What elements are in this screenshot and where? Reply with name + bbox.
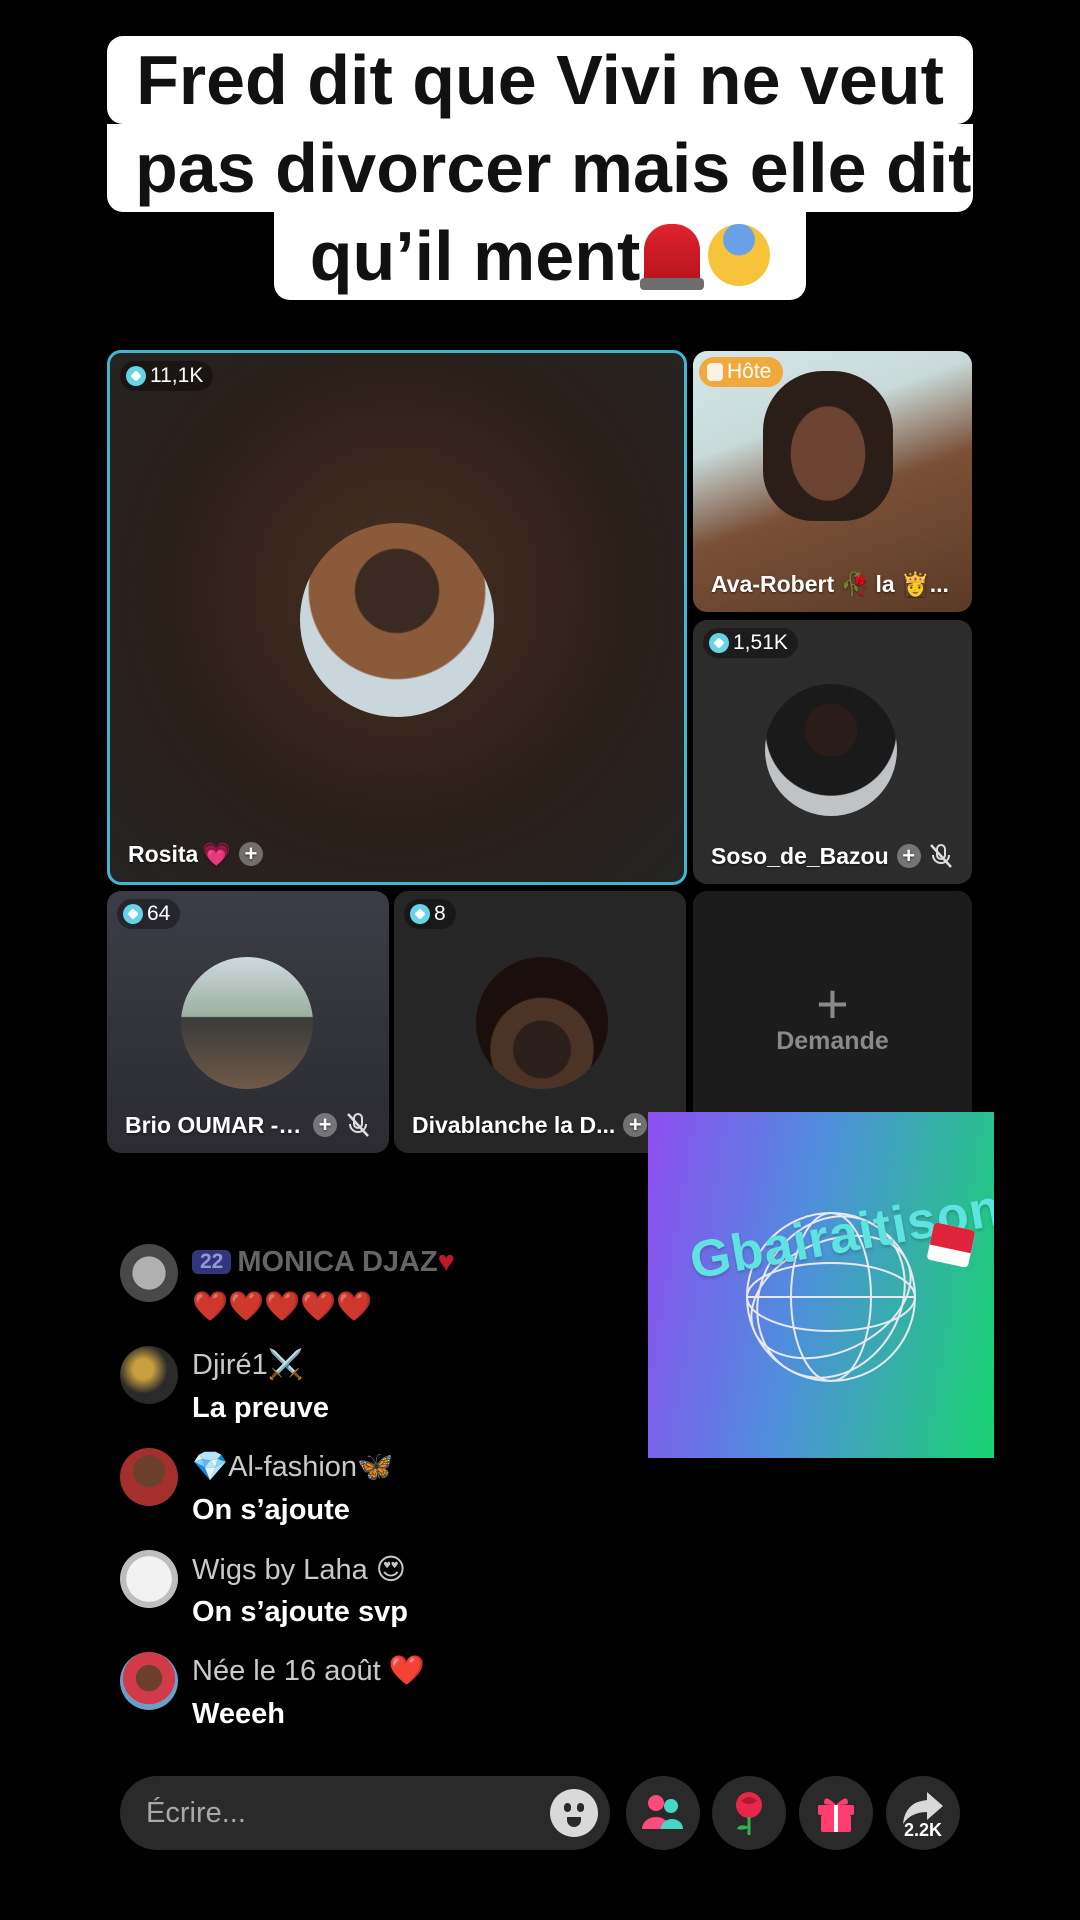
chat-username: Wigs by Laha 😍 [192, 1554, 406, 1586]
avatar [765, 684, 897, 816]
chat-message: 💎Al-fashion🦋 On s’ajoute [120, 1444, 640, 1546]
caption-line-3: qu’il ment [273, 212, 807, 300]
follow-button[interactable]: + [623, 1113, 648, 1137]
avatar [181, 957, 313, 1089]
share-button[interactable]: 2.2K [886, 1776, 960, 1850]
share-count: 2.2K [903, 1820, 943, 1840]
chat-message: Djiré1⚔️ La preuve [120, 1342, 640, 1444]
avatar [300, 523, 494, 717]
rose-icon [736, 1792, 762, 1835]
host-name: Ava-Robert 🥀 la 👸... [711, 570, 949, 597]
username-text: MONICA DJAZ [237, 1246, 438, 1278]
guest-name: Brio OUMAR - s... [125, 1111, 305, 1138]
guest-name-bar: Rosita 💗 + [128, 836, 672, 872]
comment-input[interactable]: Écrire... [120, 1776, 610, 1850]
chat-username: Djiré1⚔️ [192, 1349, 304, 1381]
chat-text: La preuve [192, 1392, 329, 1424]
caption-line-1: Fred dit que Vivi ne veut [107, 36, 973, 124]
viewer-count-badge: 11,1K [120, 361, 214, 391]
viewer-count-badge: 1,51K [703, 628, 798, 658]
diamond-badge-icon [123, 904, 143, 924]
chat-message: Née le 16 août ❤️ Weeeh [120, 1648, 640, 1750]
viewer-count: 8 [434, 902, 446, 925]
avatar [476, 957, 608, 1089]
users-icon [642, 1795, 683, 1829]
follow-button[interactable]: + [313, 1113, 337, 1137]
viewer-count: 64 [147, 902, 171, 925]
diamond-badge-icon [709, 633, 729, 653]
avatar [120, 1448, 178, 1506]
video-caption: Fred dit que Vivi ne veut pas divorcer m… [0, 36, 1080, 300]
avatar [120, 1652, 178, 1710]
host-name-bar: Ava-Robert 🥀 la 👸... [711, 566, 960, 602]
avatar [120, 1244, 178, 1302]
guest-name-bar: Soso_de_Bazou + [711, 838, 960, 874]
viewer-count: 1,51K [733, 631, 788, 654]
guest-tile-divablanche[interactable]: 8 Divablanche la D... + [394, 891, 686, 1153]
host-tile[interactable]: Hôte Ava-Robert 🥀 la 👸... [693, 351, 972, 612]
chat-feed: 22 MONICA DJAZ♥ ❤️❤️❤️❤️❤️ Djiré1⚔️ La pr… [120, 1240, 640, 1750]
heart-icon: 💗 [202, 840, 231, 867]
viewer-count-badge: 8 [404, 899, 456, 929]
guest-name: Soso_de_Bazou [711, 842, 889, 869]
chat-username: 💎Al-fashion🦋 [192, 1451, 394, 1483]
level-badge: 22 [192, 1250, 232, 1274]
chat-text: Weeeh [192, 1698, 285, 1730]
fearful-face-icon [708, 224, 771, 286]
chat-text: On s’ajoute [192, 1494, 350, 1526]
guest-tile-rosita[interactable]: 11,1K Rosita 💗 + [107, 350, 687, 885]
crown-icon [707, 363, 723, 381]
host-video [763, 371, 893, 521]
chat-text: On s’ajoute svp [192, 1596, 408, 1628]
guest-name-bar: Divablanche la D... + [412, 1107, 674, 1143]
guest-name-bar: Brio OUMAR - s... + [125, 1107, 377, 1143]
guests-button[interactable] [626, 1776, 700, 1850]
gift-icon [818, 1798, 854, 1832]
request-label: Demande [776, 1027, 889, 1055]
guest-tile-soso[interactable]: 1,51K Soso_de_Bazou + [693, 620, 972, 884]
flag-icon [926, 1222, 976, 1268]
caption-line-2: pas divorcer mais elle dit [107, 124, 973, 212]
diamond-badge-icon [410, 904, 430, 924]
promo-overlay: Gbairaitisons [648, 1112, 994, 1458]
follow-button[interactable]: + [896, 844, 921, 868]
diamond-badge-icon [126, 366, 146, 386]
chat-text: ❤️❤️❤️❤️❤️ [192, 1291, 373, 1323]
avatar [120, 1550, 178, 1608]
mic-muted-icon [347, 1113, 369, 1137]
gift-button[interactable] [799, 1776, 873, 1850]
host-badge: Hôte [699, 357, 784, 387]
guest-name: Rosita [128, 840, 199, 867]
host-label: Hôte [727, 360, 772, 383]
viewer-count-badge: 64 [117, 899, 181, 929]
siren-icon [640, 224, 705, 290]
viewer-count: 11,1K [150, 364, 204, 387]
follow-button[interactable]: + [238, 842, 263, 866]
chat-username: 22 MONICA DJAZ♥ [192, 1246, 455, 1279]
rose-gift-button[interactable] [712, 1776, 786, 1850]
mic-muted-icon [930, 844, 952, 868]
emoji-icon[interactable] [550, 1789, 598, 1837]
avatar [120, 1346, 178, 1404]
guest-name: Divablanche la D... [412, 1111, 616, 1138]
chat-message: Wigs by Laha 😍 On s’ajoute svp [120, 1546, 640, 1648]
chat-message: 22 MONICA DJAZ♥ ❤️❤️❤️❤️❤️ [120, 1240, 640, 1342]
caption-line-3-text: qu’il ment [309, 217, 641, 295]
comment-placeholder: Écrire... [146, 1797, 246, 1829]
guest-tile-brio[interactable]: 64 Brio OUMAR - s... + [107, 891, 389, 1153]
chat-username: Née le 16 août ❤️ [192, 1655, 425, 1687]
heart-icon: ♥ [437, 1246, 455, 1278]
